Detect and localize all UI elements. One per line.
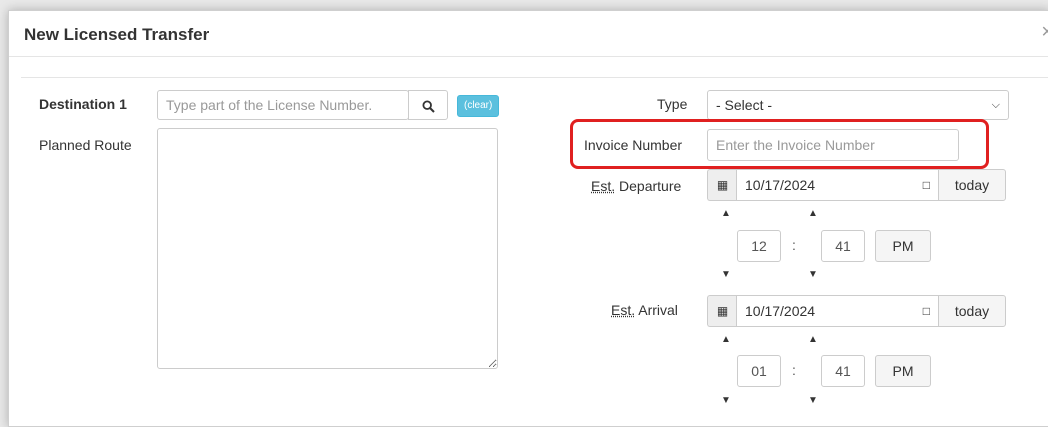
close-button[interactable]: × (1041, 22, 1048, 42)
calendar-picker-icon[interactable]: □ (923, 170, 930, 200)
search-button[interactable] (408, 90, 448, 120)
arrival-minute-down-icon[interactable]: ▼ (808, 395, 818, 406)
destination-placeholder: Type part of the License Number. (166, 97, 373, 113)
type-select[interactable]: - Select - ⌵ (707, 90, 1009, 120)
departure-colon: : (792, 237, 796, 253)
departure-label-text: Departure (615, 178, 682, 194)
est-arrival-label: Est. Arrival (611, 302, 678, 318)
calendar-icon: ▦ (707, 169, 737, 201)
type-label: Type (657, 96, 688, 112)
chevron-down-icon: ⌵ (991, 99, 1000, 111)
arrival-date-group: ▦ 10/17/2024 □ today (707, 295, 1007, 327)
arrival-ampm-button[interactable]: PM (875, 355, 931, 387)
est-departure-label: Est. Departure (591, 178, 681, 194)
planned-route-label: Planned Route (39, 137, 132, 153)
departure-minute-up-icon[interactable]: ▲ (808, 208, 818, 219)
type-selected-value: - Select - (716, 97, 773, 113)
departure-minute-down-icon[interactable]: ▼ (808, 269, 818, 280)
new-licensed-transfer-modal: New Licensed Transfer × Destination 1 Ty… (8, 10, 1048, 427)
destination-input[interactable]: Type part of the License Number. (157, 90, 409, 120)
invoice-highlight-annotation (570, 119, 989, 169)
arrival-hour-input[interactable]: 01 (737, 355, 781, 387)
departure-minute-input[interactable]: 41 (821, 230, 865, 262)
est-abbr: Est. (591, 178, 616, 194)
arrival-hour-up-icon[interactable]: ▲ (721, 334, 731, 345)
arrival-minute-input[interactable]: 41 (821, 355, 865, 387)
calendar-icon: ▦ (707, 295, 737, 327)
arrival-hour-down-icon[interactable]: ▼ (721, 395, 731, 406)
modal-header: New Licensed Transfer × (9, 11, 1048, 57)
destination-label: Destination 1 (39, 96, 127, 112)
arrival-minute-up-icon[interactable]: ▲ (808, 334, 818, 345)
arrival-label-text: Arrival (635, 302, 678, 318)
departure-hour-down-icon[interactable]: ▼ (721, 269, 731, 280)
arrival-today-button[interactable]: today (938, 295, 1006, 327)
departure-hour-input[interactable]: 12 (737, 230, 781, 262)
search-icon (421, 100, 435, 113)
clear-button[interactable]: (clear) (457, 95, 500, 117)
planned-route-textarea[interactable] (157, 128, 498, 369)
departure-date-value: 10/17/2024 (745, 177, 816, 193)
departure-today-button[interactable]: today (938, 169, 1006, 201)
departure-ampm-button[interactable]: PM (875, 230, 931, 262)
modal-title: New Licensed Transfer (24, 25, 210, 44)
arrival-date-input[interactable]: 10/17/2024 □ (736, 295, 939, 327)
arrival-colon: : (792, 362, 796, 378)
departure-date-input[interactable]: 10/17/2024 □ (736, 169, 939, 201)
departure-hour-up-icon[interactable]: ▲ (721, 208, 731, 219)
calendar-picker-icon[interactable]: □ (923, 296, 930, 326)
est-abbr: Est. (611, 302, 636, 318)
arrival-date-value: 10/17/2024 (745, 303, 816, 319)
divider (21, 77, 1048, 78)
departure-date-group: ▦ 10/17/2024 □ today (707, 169, 1007, 201)
